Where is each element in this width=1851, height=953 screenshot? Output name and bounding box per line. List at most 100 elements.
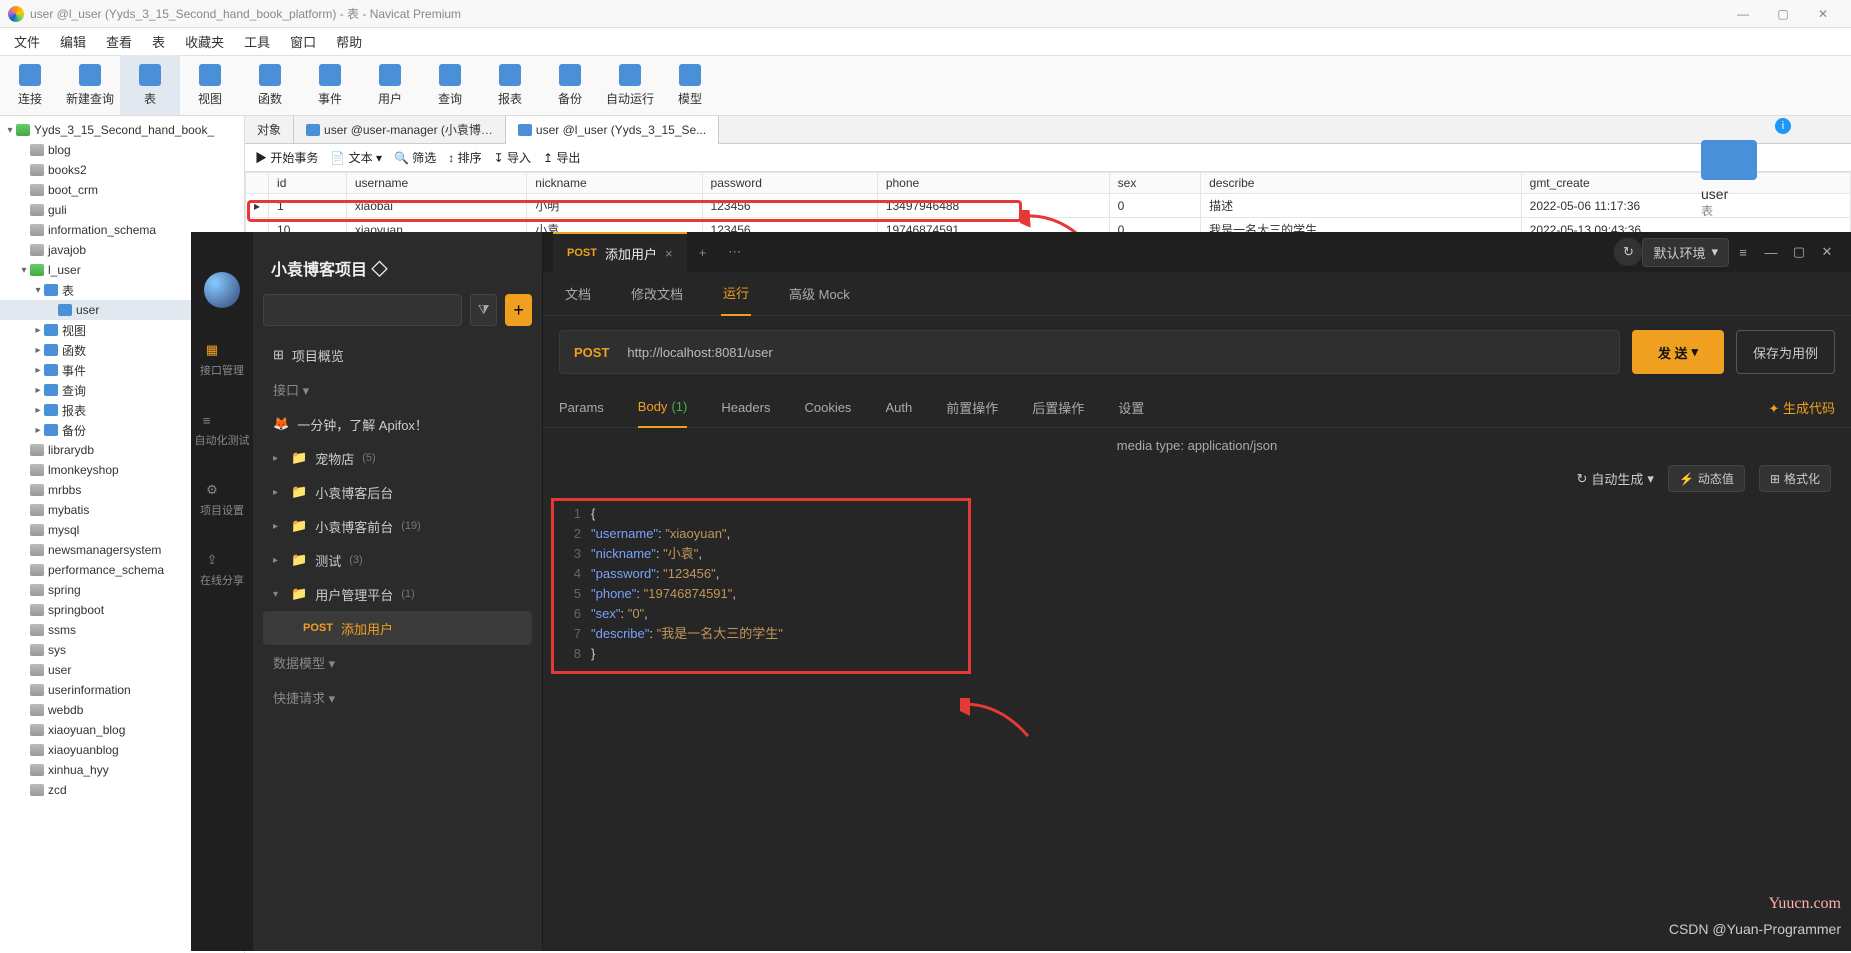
cell[interactable]: 123456 [702,194,877,218]
json-editor[interactable]: 12345678 { "username": "xiaoyuan", "nick… [559,504,1835,664]
selected-request[interactable]: POST 添加用户 [263,611,532,645]
env-selector[interactable]: 默认环境▾ [1642,238,1729,267]
tree-item[interactable]: blog [0,140,244,160]
toolbar-auto[interactable]: 自动运行 [600,55,660,115]
toolbar-docplus[interactable]: 新建查询 [60,55,120,115]
menu-item[interactable]: 工具 [244,32,270,51]
send-button[interactable]: 发 送▾ [1632,330,1724,374]
column-header[interactable]: phone [877,173,1109,194]
req-tab[interactable]: Auth [885,388,912,428]
menu-item[interactable]: 编辑 [60,32,86,51]
toolbar-clock[interactable]: 事件 [300,55,360,115]
minimize-button[interactable]: — [1723,7,1763,21]
toolbar-zoom[interactable]: 查询 [420,55,480,115]
column-header[interactable]: describe [1201,173,1522,194]
toolbar-report[interactable]: 报表 [480,55,540,115]
folder-item[interactable]: ▸📁测试(3) [263,543,532,577]
cell[interactable]: 1 [269,194,347,218]
project-title[interactable]: 小袁博客项目 ◇ [263,250,532,294]
tree-item[interactable]: books2 [0,160,244,180]
cell[interactable]: 描述 [1201,194,1522,218]
table-action[interactable]: 📄 文本 ▾ [330,149,382,166]
menu-item[interactable]: 文件 [14,32,40,51]
table-action[interactable]: 🔍 筛选 [394,149,436,166]
column-header[interactable]: sex [1109,173,1200,194]
table-action[interactable]: ▶ 开始事务 [255,149,318,166]
menu-item[interactable]: 表 [152,32,165,51]
table-action[interactable]: ↕ 排序 [448,149,481,166]
save-case-button[interactable]: 保存为用例 [1736,330,1835,374]
api-hint[interactable]: 🦊一分钟，了解 Apifox！ [263,407,532,441]
open-tab[interactable]: POST 添加用户 × [553,232,687,272]
cell[interactable]: 0 [1109,194,1200,218]
doc-tab[interactable]: 修改文档 [629,272,685,315]
tree-item[interactable]: boot_crm [0,180,244,200]
table-action[interactable]: ↧ 导入 [494,149,531,166]
req-tab[interactable]: Params [559,388,604,428]
auto-generate-button[interactable]: ↻ 自动生成 ▾ [1577,469,1654,488]
req-tab[interactable]: 前置操作 [946,388,998,428]
folder-item[interactable]: ▸📁宠物店(5) [263,441,532,475]
doc-tab[interactable]: 文档 [563,272,593,315]
column-header[interactable]: password [702,173,877,194]
cell[interactable]: 小明 [527,194,702,218]
close-icon[interactable]: ✕ [1813,244,1841,260]
content-tab[interactable]: 对象 [245,116,294,144]
doc-tab[interactable]: 高级 Mock [787,272,852,315]
folder-item[interactable]: ▸📁小袁博客后台 [263,475,532,509]
format-button[interactable]: ⊞ 格式化 [1759,465,1831,492]
generate-code[interactable]: ✦ 生成代码 [1768,398,1835,417]
column-header[interactable]: username [346,173,526,194]
table-action[interactable]: ↥ 导出 [543,149,580,166]
toolbar-backup[interactable]: 备份 [540,55,600,115]
dynamic-value-button[interactable]: ⚡ 动态值 [1668,465,1745,492]
toolbar-plug[interactable]: 连接 [0,55,60,115]
tree-item[interactable]: ▾Yyds_3_15_Second_hand_book_ [0,120,244,140]
maximize-button[interactable]: ▢ [1763,7,1803,21]
api-section[interactable]: 接口 ▾ [263,372,532,407]
content-tab[interactable]: user @user-manager (小袁博… [294,116,506,144]
toolbar-grid[interactable]: 表 [120,55,180,115]
req-tab[interactable]: 设置 [1118,388,1144,428]
menu-icon[interactable]: ≡ [1729,245,1757,260]
avatar-icon[interactable] [204,272,240,308]
content-tab[interactable]: user @l_user (Yyds_3_15_Se... [506,116,719,144]
menu-item[interactable]: 收藏夹 [185,32,224,51]
method-label[interactable]: POST [574,345,609,360]
max-icon[interactable]: ▢ [1785,244,1813,260]
filter-button[interactable]: ⧩ [470,294,497,326]
rail-auto-icon[interactable]: ≡ [195,408,219,432]
rail-api-icon[interactable]: ▦ [200,338,224,362]
more-tabs-button[interactable]: ⋯ [719,244,751,260]
refresh-button[interactable]: ↻ [1614,238,1642,266]
quick-request[interactable]: 快捷请求 ▾ [263,680,532,715]
req-tab[interactable]: Headers [721,388,770,428]
data-model[interactable]: 数据模型 ▾ [263,645,532,680]
close-tab-icon[interactable]: × [665,246,673,261]
folder-item[interactable]: ▸📁小袁博客前台(19) [263,509,532,543]
close-button[interactable]: ✕ [1803,7,1843,21]
rail-settings-icon[interactable]: ⚙ [200,478,224,502]
min-icon[interactable]: — [1757,245,1785,260]
toolbar-model[interactable]: 模型 [660,55,720,115]
column-header[interactable]: nickname [527,173,702,194]
tree-item[interactable]: guli [0,200,244,220]
search-input[interactable] [263,294,462,326]
req-tab[interactable]: Cookies [804,388,851,428]
column-header[interactable]: id [269,173,347,194]
info-icon[interactable]: i [1775,118,1791,134]
menu-item[interactable]: 窗口 [290,32,316,51]
folder-item[interactable]: ▾📁用户管理平台(1) [263,577,532,611]
req-tab[interactable]: 后置操作 [1032,388,1084,428]
menu-item[interactable]: 帮助 [336,32,362,51]
toolbar-fx[interactable]: 函数 [240,55,300,115]
url-box[interactable]: POST http://localhost:8081/user [559,330,1620,374]
toolbar-user[interactable]: 用户 [360,55,420,115]
new-tab-button[interactable]: + [687,245,719,260]
doc-tab[interactable]: 运行 [721,271,751,316]
req-tab[interactable]: Body (1) [638,388,688,428]
toolbar-eye[interactable]: 视图 [180,55,240,115]
add-button[interactable]: + [505,294,532,326]
url-input[interactable]: http://localhost:8081/user [627,345,772,360]
rail-share-icon[interactable]: ⇪ [200,548,224,572]
